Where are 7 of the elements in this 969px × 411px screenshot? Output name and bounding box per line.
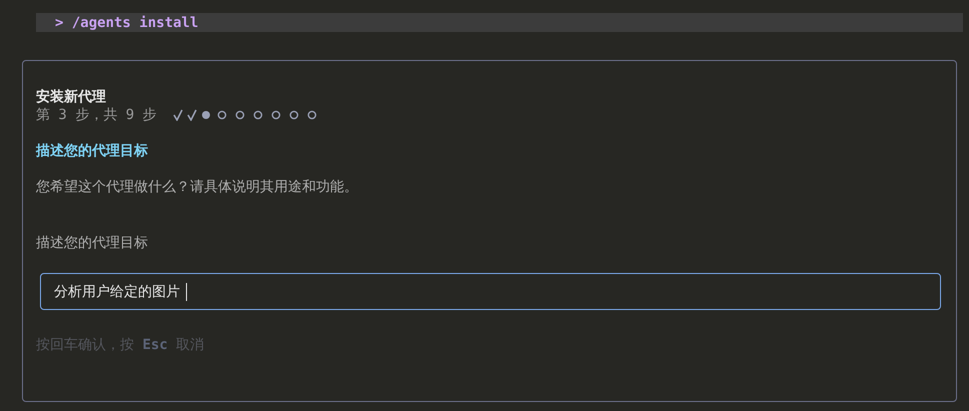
field-label: 描述您的代理目标 [36,234,149,252]
section-heading: 描述您的代理目标 [36,142,149,160]
description-text: 您希望这个代理做什么？请具体说明其用途和功能。 [36,178,359,196]
wizard-title: 安装新代理 [36,88,107,106]
input-field[interactable]: 分析用户给定的图片 [40,273,941,310]
hint-text: 按回车确认，按 Esc 取消 [36,336,206,354]
step-counter: 第 3 步，共 9 步 [36,106,157,124]
